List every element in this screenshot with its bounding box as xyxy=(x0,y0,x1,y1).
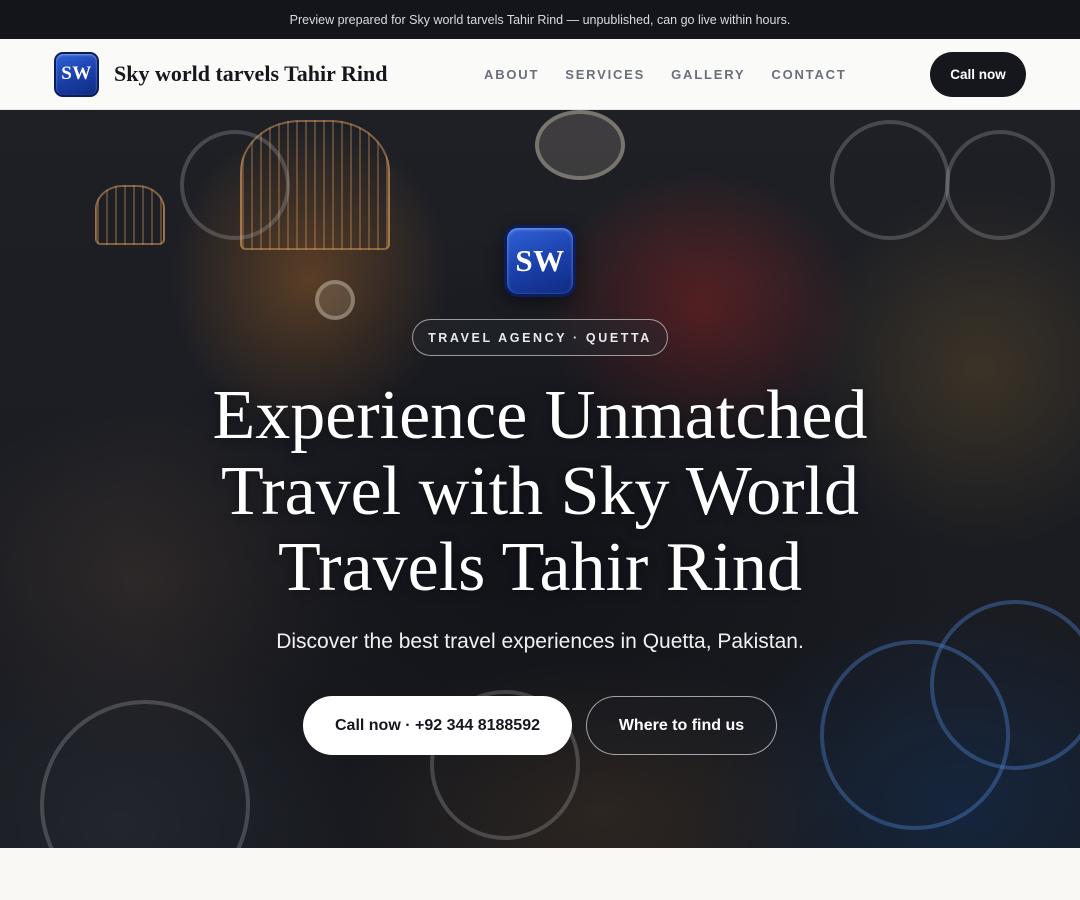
announcement-bar: Preview prepared for Sky world tarvels T… xyxy=(0,0,1080,39)
nav-item-about[interactable]: ABOUT xyxy=(484,67,539,82)
nav-item-services[interactable]: SERVICES xyxy=(565,67,645,82)
hero-title: Experience Unmatched Travel with Sky Wor… xyxy=(212,377,868,606)
site-header: SW Sky world tarvels Tahir Rind ABOUT SE… xyxy=(0,39,1080,110)
find-us-button[interactable]: Where to find us xyxy=(586,696,777,755)
hero-subtitle: Discover the best travel experiences in … xyxy=(276,630,804,653)
call-phone-button[interactable]: Call now · +92 344 8188592 xyxy=(303,696,572,755)
hero-tag: TRAVEL AGENCY · QUETTA xyxy=(412,319,668,356)
nav-item-contact[interactable]: CONTACT xyxy=(771,67,846,82)
announcement-text: Preview prepared for Sky world tarvels T… xyxy=(289,12,791,27)
main-nav: ABOUT SERVICES GALLERY CONTACT xyxy=(484,39,847,109)
hero-content: SW TRAVEL AGENCY · QUETTA Experience Unm… xyxy=(0,110,1080,848)
hero-section: SW TRAVEL AGENCY · QUETTA Experience Unm… xyxy=(0,110,1080,848)
brand[interactable]: SW Sky world tarvels Tahir Rind xyxy=(54,51,387,97)
call-now-button[interactable]: Call now xyxy=(930,52,1026,97)
next-section xyxy=(0,848,1080,900)
brand-logo[interactable]: SW xyxy=(54,51,99,97)
brand-name[interactable]: Sky world tarvels Tahir Rind xyxy=(114,61,387,87)
nav-item-gallery[interactable]: GALLERY xyxy=(671,67,745,82)
hero-logo: SW xyxy=(504,225,576,297)
